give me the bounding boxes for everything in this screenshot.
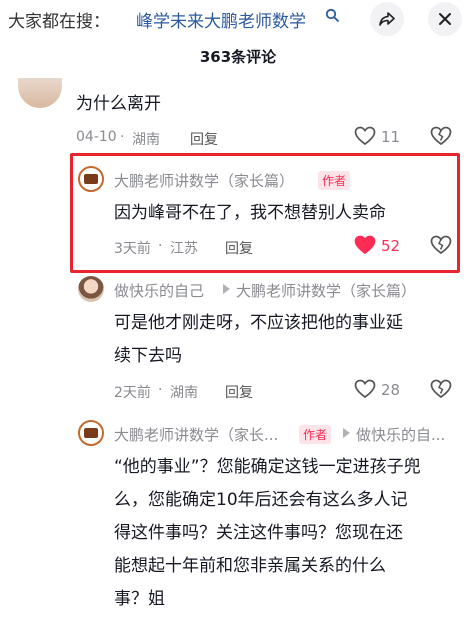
comment-text-line: 续下去吗 [114, 346, 182, 366]
reply-button[interactable]: 回复 [190, 129, 218, 149]
broken-heart-icon[interactable] [430, 235, 452, 255]
like-count: 52 [381, 237, 401, 255]
location-separator: · [158, 238, 163, 254]
author-badge: 作者 [299, 425, 332, 444]
heart-icon[interactable] [354, 379, 376, 399]
comment-date: 3天前 [114, 241, 151, 257]
avatar[interactable] [78, 166, 104, 192]
comment-date: 04-10 [76, 129, 117, 145]
triangle-right-icon [342, 428, 350, 438]
search-icon[interactable] [325, 8, 339, 22]
avatar[interactable] [18, 78, 62, 108]
like-count: 28 [381, 381, 401, 399]
comment-text-line: “他的事业”？您能确定这钱一定进孩子兜 [114, 457, 421, 477]
comment-username[interactable]: 大鹏老师讲数学（家长... [114, 424, 278, 445]
reply-button[interactable]: 回复 [225, 382, 253, 402]
reply-button[interactable]: 回复 [225, 238, 253, 258]
close-icon [438, 12, 452, 26]
close-button[interactable] [428, 2, 462, 36]
comment-text-line: 事？姐 [114, 589, 165, 609]
share-button[interactable] [370, 2, 404, 36]
comment-text-line: 么，您能确定10年后还会有这么多人记 [114, 490, 408, 510]
share-icon [378, 10, 396, 28]
avatar[interactable] [78, 276, 104, 302]
comment-location: 湖南 [132, 132, 160, 148]
comment-location: 湖南 [170, 385, 198, 401]
reply-to-username[interactable]: 做快乐的自... [356, 424, 445, 445]
comment-date: 2天前 [114, 385, 151, 401]
comment-text: 因为峰哥不在了，我不想替别人卖命 [114, 203, 386, 223]
broken-heart-icon[interactable] [430, 126, 452, 146]
heart-icon[interactable] [354, 235, 376, 255]
comment-username[interactable]: 大鹏老师讲数学（家长篇） [114, 170, 294, 191]
search-prefix: 大家都在搜： [8, 12, 110, 32]
comment-count-title: 363条评论 [199, 48, 277, 66]
comment-text-line: 能想起十年前和您非亲属关系的什么 [114, 556, 386, 576]
search-suggestion-link[interactable]: 峰学未来大鹏老师数学 [136, 7, 306, 32]
author-badge: 作者 [318, 171, 351, 190]
broken-heart-icon[interactable] [430, 379, 452, 399]
heart-icon[interactable] [354, 126, 376, 146]
comment-text-line: 可是他才刚走呀，不应该把他的事业延 [114, 313, 403, 333]
avatar[interactable] [78, 420, 104, 446]
comment-text: 为什么离开 [76, 94, 161, 114]
reply-to-username[interactable]: 大鹏老师讲数学（家长篇） [236, 280, 416, 301]
comment-location: 江苏 [170, 241, 198, 257]
like-count: 11 [381, 128, 401, 146]
comment-username[interactable]: 做快乐的自己 [114, 280, 204, 301]
location-separator: · [158, 382, 163, 398]
location-separator: · [120, 129, 125, 145]
comment-text-line: 得这件事吗？关注这件事吗？您现在还 [114, 523, 403, 543]
triangle-right-icon [222, 284, 230, 294]
